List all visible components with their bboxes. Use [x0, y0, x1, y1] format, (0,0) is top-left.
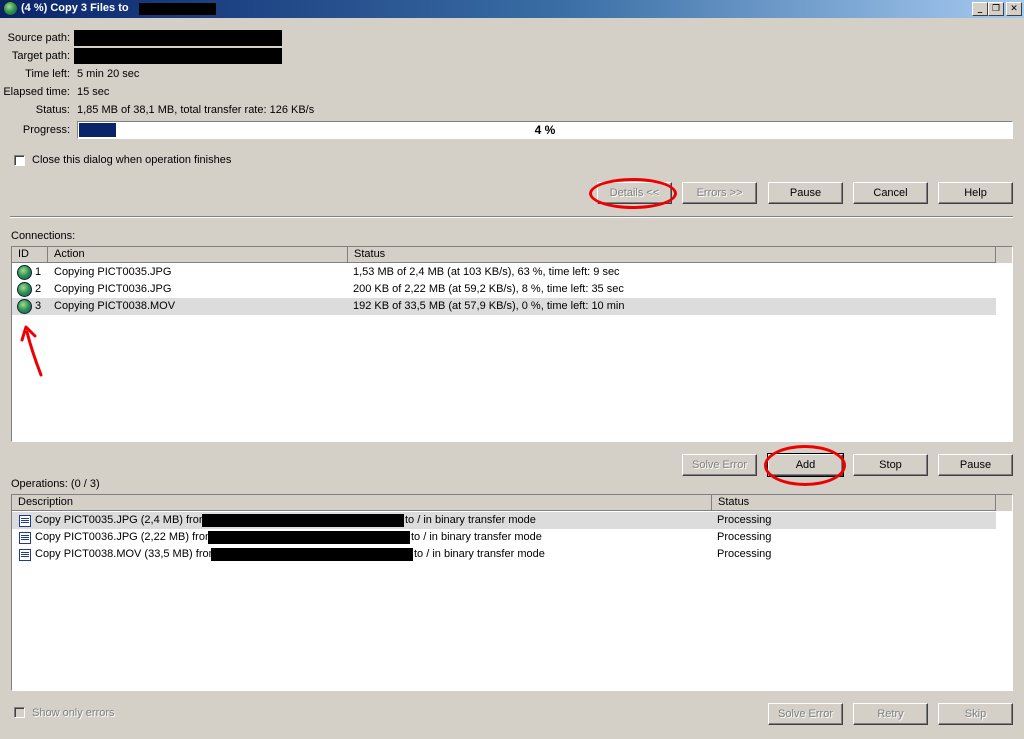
redacted-destination: [139, 3, 216, 15]
operation-mode: to / in binary transfer mode: [414, 548, 545, 560]
pause-operations-button[interactable]: Pause: [938, 454, 1013, 476]
close-when-finished-label[interactable]: Close this dialog when operation finishe…: [32, 154, 231, 166]
ftp-globe-icon: [3, 1, 18, 16]
target-path-value: [74, 48, 282, 64]
operation-status: Processing: [717, 531, 772, 543]
time-left-label: Time left:: [25, 68, 70, 80]
redacted-source: [208, 531, 410, 544]
close-button[interactable]: ✕: [1006, 2, 1022, 16]
source-path-value: [74, 30, 282, 46]
close-when-finished-checkbox[interactable]: [14, 155, 25, 166]
annotation-ellipse-details: [589, 178, 677, 209]
connection-action: Copying PICT0035.JPG: [54, 266, 172, 278]
column-description[interactable]: Description: [12, 495, 712, 511]
table-row[interactable]: Copy PICT0035.JPG (2,4 MB) from to / in …: [12, 512, 996, 529]
operation-mode: to / in binary transfer mode: [411, 531, 542, 543]
source-path-label: Source path:: [7, 32, 70, 44]
operation-description: Copy PICT0035.JPG (2,4 MB) from: [35, 514, 208, 526]
connection-id: 1: [35, 266, 42, 278]
operations-list[interactable]: Description Status Copy PICT0035.JPG (2,…: [11, 494, 1013, 691]
elapsed-time-value: 15 sec: [77, 86, 110, 98]
redacted-source: [211, 548, 413, 561]
table-row[interactable]: Copy PICT0036.JPG (2,22 MB) from to / in…: [12, 529, 996, 546]
transfer-file-icon: [19, 515, 31, 527]
annotation-ellipse-add: [764, 445, 846, 486]
operation-description: Copy PICT0036.JPG (2,22 MB) from: [35, 531, 215, 543]
pause-button[interactable]: Pause: [768, 182, 843, 204]
column-op-status[interactable]: Status: [712, 495, 996, 511]
operations-label: Operations: (0 / 3): [11, 478, 100, 490]
ftp-globe-icon: [17, 282, 32, 297]
redacted-source: [202, 514, 404, 527]
help-button[interactable]: Help: [938, 182, 1013, 204]
table-row[interactable]: 1 Copying PICT0035.JPG 1,53 MB of 2,4 MB…: [12, 264, 996, 281]
connections-label: Connections:: [11, 230, 76, 242]
progress-percent: 4 %: [534, 123, 556, 137]
ftp-globe-icon: [17, 299, 32, 314]
window-title: (4 %) Copy 3 Files to: [21, 2, 129, 14]
solve-error-button[interactable]: Solve Error: [682, 454, 757, 476]
column-id[interactable]: ID: [12, 247, 48, 263]
stop-button[interactable]: Stop: [853, 454, 928, 476]
connection-status: 200 KB of 2,22 MB (at 59,2 KB/s), 8 %, t…: [353, 283, 624, 295]
column-status[interactable]: Status: [348, 247, 996, 263]
table-row[interactable]: 3 Copying PICT0038.MOV 192 KB of 33,5 MB…: [12, 298, 996, 315]
solve-error-bottom-button[interactable]: Solve Error: [768, 703, 843, 725]
restore-button[interactable]: ❐: [988, 2, 1004, 16]
errors-button[interactable]: Errors >>: [682, 182, 757, 204]
connection-action: Copying PICT0036.JPG: [54, 283, 172, 295]
elapsed-time-label: Elapsed time:: [3, 86, 70, 98]
table-row[interactable]: Copy PICT0038.MOV (33,5 MB) from to / in…: [12, 546, 996, 563]
status-label: Status:: [35, 104, 70, 116]
connection-action: Copying PICT0038.MOV: [54, 300, 176, 312]
ftp-globe-icon: [17, 265, 32, 280]
skip-button[interactable]: Skip: [938, 703, 1013, 725]
title-bar[interactable]: (4 %) Copy 3 Files to _ ❐ ✕: [0, 0, 1024, 18]
time-left-value: 5 min 20 sec: [77, 68, 140, 80]
minimize-button[interactable]: _: [972, 2, 988, 16]
show-only-errors-checkbox[interactable]: [14, 707, 25, 718]
connection-status: 192 KB of 33,5 MB (at 57,9 KB/s), 0 %, t…: [353, 300, 625, 312]
connection-id: 3: [35, 300, 42, 312]
connections-list[interactable]: ID Action Status 1 Copying PICT0035.JPG …: [11, 246, 1013, 442]
show-only-errors-label[interactable]: Show only errors: [32, 707, 115, 719]
operations-header: Description Status: [12, 495, 1012, 511]
status-value: 1,85 MB of 38,1 MB, total transfer rate:…: [77, 104, 315, 116]
separator: [10, 216, 1013, 218]
operation-description: Copy PICT0038.MOV (33,5 MB) from: [35, 548, 218, 560]
progress-label: Progress:: [22, 124, 70, 136]
transfer-file-icon: [19, 549, 31, 561]
table-row[interactable]: 2 Copying PICT0036.JPG 200 KB of 2,22 MB…: [12, 281, 996, 298]
cancel-button[interactable]: Cancel: [853, 182, 928, 204]
connection-id: 2: [35, 283, 42, 295]
annotation-arrow: [20, 325, 43, 377]
operation-status: Processing: [717, 514, 772, 526]
transfer-file-icon: [19, 532, 31, 544]
progress-bar: 4 %: [77, 121, 1013, 139]
column-action[interactable]: Action: [48, 247, 348, 263]
retry-button[interactable]: Retry: [853, 703, 928, 725]
target-path-label: Target path:: [11, 50, 70, 62]
operation-mode: to / in binary transfer mode: [405, 514, 536, 526]
connection-status: 1,53 MB of 2,4 MB (at 103 KB/s), 63 %, t…: [353, 266, 620, 278]
operation-status: Processing: [717, 548, 772, 560]
connections-header: ID Action Status: [12, 247, 1012, 263]
